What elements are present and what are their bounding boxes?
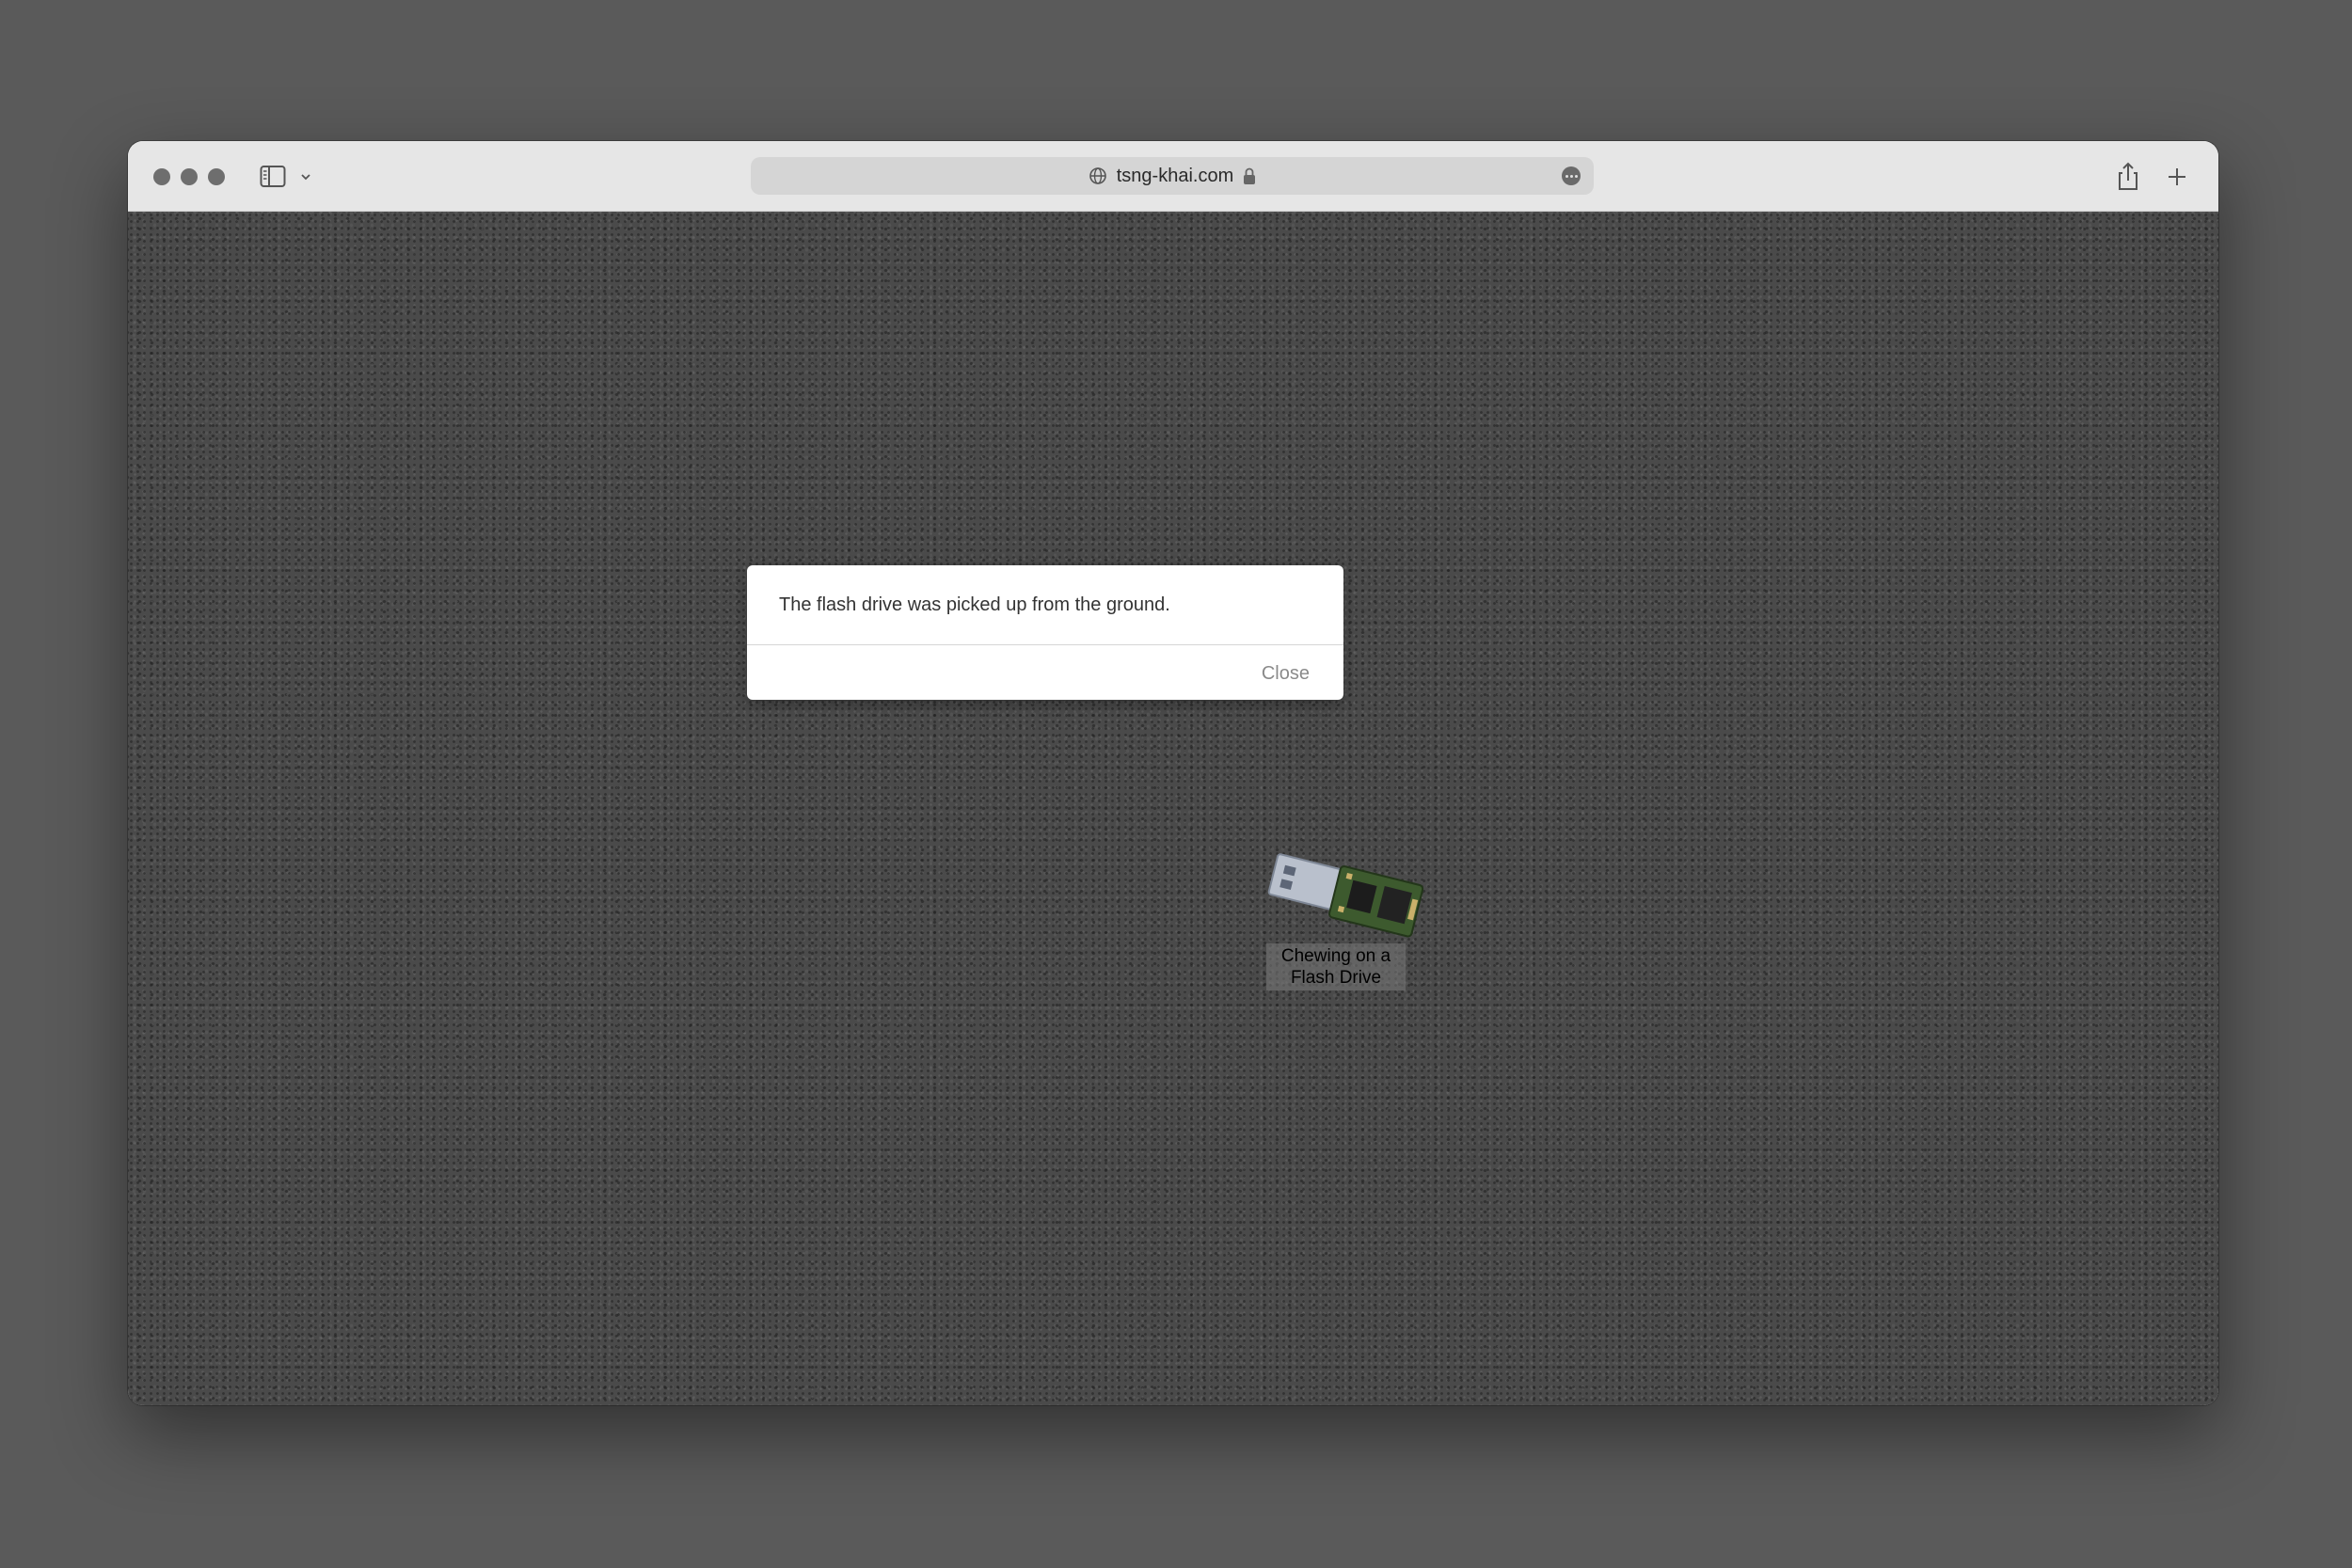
alert-dialog: The flash drive was picked up from the g… [747, 565, 1343, 700]
close-button[interactable]: Close [1262, 663, 1310, 685]
item-label-line2: Flash Drive [1290, 968, 1382, 988]
ellipsis-icon[interactable] [1562, 166, 1581, 185]
minimize-window-button[interactable] [181, 168, 198, 185]
share-icon [2119, 162, 2137, 190]
browser-toolbar: tsng-khai.com [128, 141, 2218, 212]
address-bar[interactable]: tsng-khai.com [751, 157, 1594, 195]
flash-drive-image[interactable] [1251, 844, 1430, 947]
chevron-down-icon [301, 174, 310, 181]
browser-window: tsng-khai.com [128, 141, 2218, 1405]
sidebar-toggle-button[interactable] [260, 164, 316, 190]
share-button[interactable] [2111, 160, 2145, 194]
item-label: Chewing on a Flash Drive [1266, 943, 1406, 990]
sidebar-icon [260, 166, 310, 187]
globe-icon [1089, 167, 1106, 184]
plus-icon [2169, 168, 2185, 185]
item-label-line1: Chewing on a [1280, 946, 1391, 966]
game-ground[interactable] [128, 212, 2218, 1405]
close-window-button[interactable] [153, 168, 170, 185]
dialog-divider [747, 644, 1343, 645]
lock-icon [1244, 167, 1256, 184]
new-tab-button[interactable] [2160, 160, 2194, 194]
dialog-message: The flash drive was picked up from the g… [779, 594, 1170, 615]
url-text: tsng-khai.com [1116, 165, 1234, 186]
zoom-window-button[interactable] [208, 168, 225, 185]
